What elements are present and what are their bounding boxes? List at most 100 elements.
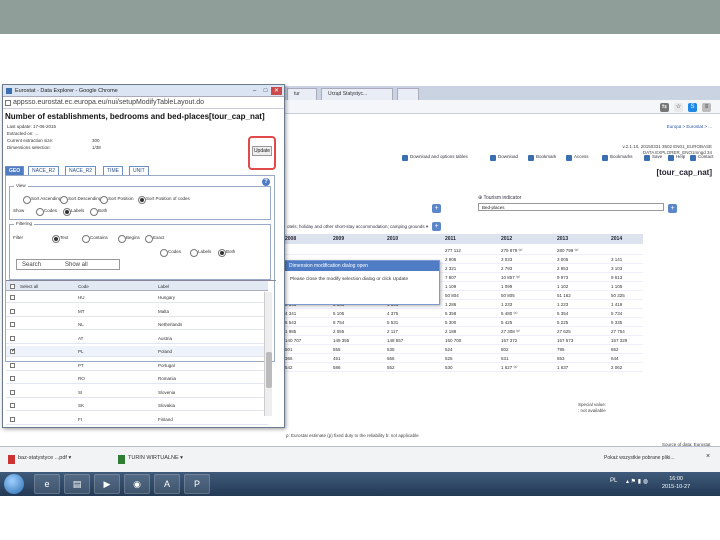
order-radio[interactable]: Sort Descending: [60, 196, 101, 204]
list-item[interactable]: PT Portugal: [6, 360, 268, 371]
order-radio[interactable]: Sort Position of codes: [138, 196, 190, 204]
indicator-select[interactable]: Bed-places: [478, 203, 664, 211]
toolbar-item[interactable]: Download and options tables: [402, 154, 468, 162]
scope-radio[interactable]: Both: [218, 249, 235, 257]
row-checkbox[interactable]: [10, 335, 15, 341]
tab-nace[interactable]: NACE_R2: [28, 166, 60, 175]
chrome-icon[interactable]: ◉: [124, 474, 150, 494]
filter-radio[interactable]: Text: [52, 235, 68, 243]
row-checkbox[interactable]: [10, 389, 15, 395]
popup-address-bar[interactable]: appsso.eurostat.ec.europa.eu/nui/setupMo…: [3, 97, 284, 109]
row-checkbox[interactable]: [10, 322, 15, 327]
folder-icon[interactable]: ▤: [64, 474, 90, 494]
start-button[interactable]: [4, 474, 24, 494]
popup-url[interactable]: appsso.eurostat.ec.europa.eu/nui/setupMo…: [13, 99, 204, 106]
list-item[interactable]: HU Hungary: [6, 292, 268, 303]
scope-radio[interactable]: Labels: [190, 249, 211, 257]
downloads-bar: baz-statystyce ...pdf ▾ TURIN WIRTUALNE …: [0, 446, 720, 472]
year-header[interactable]: 2012: [501, 236, 512, 242]
clock[interactable]: 16:00 2015-10-27: [662, 475, 690, 491]
toolbar-item[interactable]: Bookmarks: [602, 154, 633, 162]
geo-label: Malta: [158, 308, 170, 314]
toolbar-item[interactable]: Access: [566, 154, 589, 162]
order-radio[interactable]: Sort Ascending: [23, 196, 61, 204]
list-item[interactable]: NL Netherlands: [6, 319, 268, 330]
star-icon[interactable]: ☆: [674, 103, 683, 112]
scrollbar-thumb[interactable]: [266, 352, 272, 388]
filter-radio[interactable]: Begins: [118, 235, 140, 243]
tab-nace[interactable]: NACE_R2: [65, 166, 97, 175]
select-all-checkbox[interactable]: [10, 284, 15, 289]
close-downloads-icon[interactable]: ×: [706, 453, 710, 460]
browser-tab[interactable]: tur: [287, 88, 317, 100]
skype-icon[interactable]: S: [688, 103, 697, 112]
list-item[interactable]: AT Austria: [6, 333, 268, 344]
toolbar-item[interactable]: Bookmark: [528, 154, 556, 162]
row-checkbox[interactable]: [10, 376, 15, 381]
row-checkbox[interactable]: [10, 403, 15, 408]
list-item[interactable]: SK Slovakia: [6, 400, 268, 411]
add-dimension-icon[interactable]: +: [432, 222, 441, 231]
new-tab-button[interactable]: [397, 88, 419, 100]
add-dimension-icon[interactable]: +: [668, 204, 677, 213]
help-icon[interactable]: ?: [262, 178, 270, 186]
list-item[interactable]: MT Malta: [6, 306, 268, 317]
year-header[interactable]: 2009: [333, 236, 344, 242]
minimize-icon[interactable]: –: [249, 87, 260, 95]
scope-radio[interactable]: Codes: [160, 249, 181, 257]
language-indicator[interactable]: PL: [610, 478, 617, 484]
browser-address-bar[interactable]: [285, 100, 720, 114]
table-cell: 653: [557, 356, 565, 361]
menu-icon[interactable]: ≡: [702, 103, 711, 112]
media-icon[interactable]: ▶: [94, 474, 120, 494]
close-icon[interactable]: ✕: [271, 87, 282, 95]
table-cell: 50 325: [611, 293, 625, 298]
site-link[interactable]: Europa > Eurostat > ...: [623, 124, 712, 130]
toolbar-item[interactable]: Contact: [690, 154, 714, 162]
row-checkbox[interactable]: [10, 295, 15, 300]
year-header[interactable]: 2010: [387, 236, 398, 242]
show-radio[interactable]: Labels: [63, 208, 84, 216]
tab-unit[interactable]: UNIT: [129, 166, 149, 175]
update-button[interactable]: Update: [252, 146, 272, 156]
browser-tab[interactable]: Urząd Statystyc...: [321, 88, 393, 100]
search-button[interactable]: Search: [22, 262, 41, 268]
maximize-icon[interactable]: □: [260, 87, 271, 95]
tab-geo[interactable]: GEO: [5, 166, 25, 175]
toolbar-item[interactable]: Help: [668, 154, 685, 162]
list-item[interactable]: SI Slovenia: [6, 387, 268, 398]
show-radio[interactable]: Both: [90, 208, 107, 216]
show-all-button[interactable]: Show all: [65, 262, 88, 268]
row-checkbox[interactable]: [10, 362, 15, 368]
tray-icons[interactable]: ▴ ⚑ ▮ ◍: [626, 478, 648, 485]
row-checkbox[interactable]: [10, 308, 15, 314]
ie-icon[interactable]: e: [34, 474, 60, 494]
download-item[interactable]: baz-statystyce ...pdf ▾: [8, 455, 71, 465]
powerpoint-icon[interactable]: P: [184, 474, 210, 494]
show-radio[interactable]: Codes: [36, 208, 57, 216]
show-all-downloads[interactable]: Pokaż wszystkie pobrane pliki...: [604, 455, 675, 461]
toolbar-item[interactable]: Save: [644, 154, 662, 162]
add-dimension-icon[interactable]: +: [432, 204, 441, 213]
acrobat-icon[interactable]: A: [154, 474, 180, 494]
list-scrollbar[interactable]: [264, 292, 272, 416]
accommodation-select[interactable]: otels; holiday and other short-stay acco…: [285, 222, 435, 232]
toolbar-item[interactable]: Download: [490, 154, 518, 162]
row-checkbox[interactable]: [10, 416, 15, 422]
list-item[interactable]: FI Finland: [6, 414, 268, 425]
select-all-label[interactable]: Select all: [20, 284, 38, 289]
year-header[interactable]: 2008: [285, 236, 296, 242]
translate-icon[interactable]: ⇆: [660, 103, 669, 112]
list-item[interactable]: RO Romania: [6, 373, 268, 384]
row-checkbox[interactable]: [10, 347, 16, 354]
year-header[interactable]: 2011: [445, 236, 456, 242]
tab-time[interactable]: TIME: [103, 166, 123, 175]
order-radio[interactable]: Sort Position: [100, 196, 134, 204]
download-item[interactable]: TURIN WIRTUALNE ▾: [118, 455, 183, 465]
geo-code: RO: [78, 376, 85, 381]
year-header[interactable]: 2013: [557, 236, 568, 242]
filter-radio[interactable]: Contains: [82, 235, 108, 243]
year-header[interactable]: 2014: [611, 236, 622, 242]
filter-radio[interactable]: Exact: [145, 235, 164, 243]
list-item[interactable]: PL Poland: [6, 346, 268, 357]
